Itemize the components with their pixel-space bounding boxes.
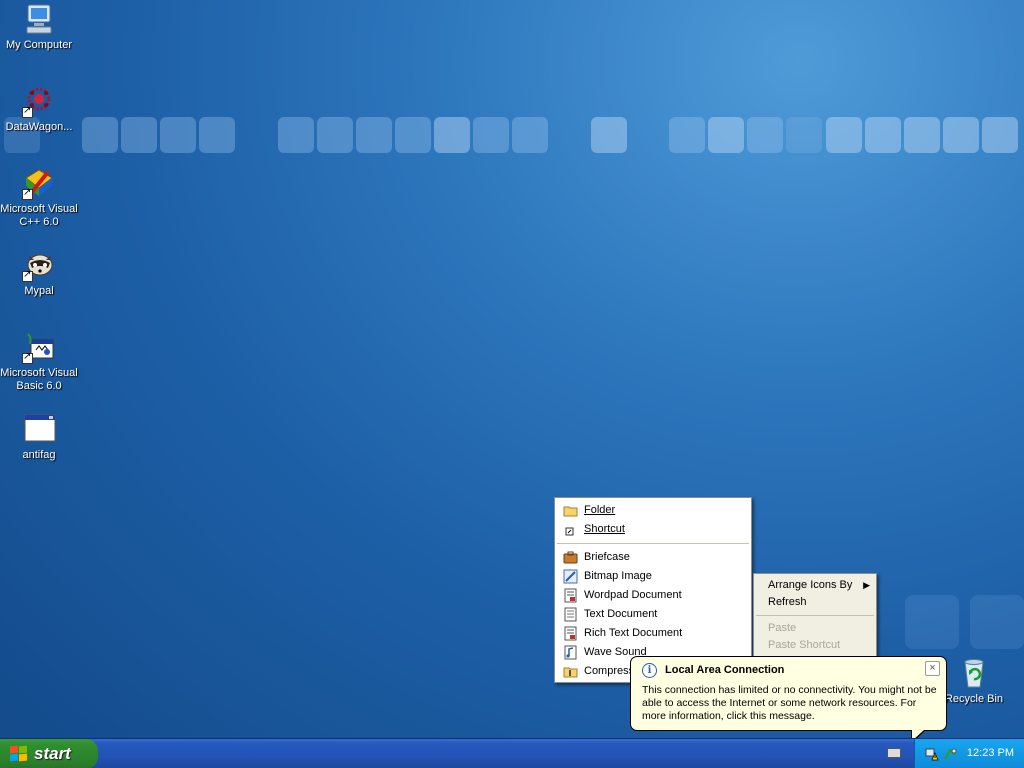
balloon-title: Local Area Connection: [665, 664, 785, 676]
menu-item-label: Compress: [584, 665, 635, 677]
menu-item-label: Briefcase: [584, 551, 630, 563]
safely-remove-hardware-icon[interactable]: [943, 747, 957, 761]
desktop-icon-label: My Computer: [5, 39, 73, 51]
menu-item-label: Paste: [768, 622, 797, 634]
compressed-folder-icon: [563, 664, 578, 679]
desktop-context-menu: Arrange Icons By ▶ Refresh Paste Paste S…: [753, 573, 877, 657]
menu-item-paste-shortcut: Paste Shortcut: [754, 637, 876, 654]
desktop-icon-antifag[interactable]: antifag: [0, 412, 79, 462]
desktop-icon-mypal[interactable]: Mypal: [0, 248, 79, 298]
start-label: start: [34, 744, 71, 763]
datawagon-icon: [22, 84, 56, 118]
menu-item-bitmap-image[interactable]: Bitmap Image: [555, 567, 751, 586]
start-button[interactable]: start: [0, 739, 98, 768]
desktop-icon-my-computer[interactable]: My Computer: [0, 2, 79, 52]
menu-item-label: Folder: [584, 504, 616, 516]
wave-sound-icon: [563, 645, 578, 660]
mypal-raccoon-icon: [22, 248, 56, 282]
briefcase-icon: [563, 550, 578, 565]
menu-item-label: Shortcut: [584, 523, 625, 535]
shortcut-arrow-icon: [22, 351, 33, 364]
shortcut-arrow-icon: [22, 105, 33, 118]
desktop-icon-label: DataWagon...: [5, 121, 73, 133]
info-icon: i: [642, 663, 657, 678]
windows-flag-icon: [10, 745, 28, 762]
desktop-icon-label: Microsoft Visual C++ 6.0: [0, 203, 78, 228]
text-document-icon: [563, 607, 578, 622]
menu-item-label: Refresh: [768, 596, 807, 608]
menu-item-briefcase[interactable]: Briefcase: [555, 548, 751, 567]
visual-cpp-icon: [22, 166, 56, 200]
clock[interactable]: 12:23 PM: [967, 747, 1014, 759]
system-tray: 12:23 PM: [914, 739, 1024, 768]
keyboard-icon[interactable]: [887, 748, 901, 758]
menu-item-rich-text-document[interactable]: Rich Text Document: [555, 624, 751, 643]
menu-separator: [756, 615, 874, 616]
menu-item-folder[interactable]: Folder: [555, 501, 751, 520]
bitmap-icon: [563, 569, 578, 584]
wordpad-icon: [563, 588, 578, 603]
menu-item-label: Wordpad Document: [584, 589, 682, 601]
desktop-icon-visual-cpp[interactable]: Microsoft Visual C++ 6.0: [0, 166, 79, 229]
menu-item-refresh[interactable]: Refresh: [754, 594, 876, 611]
shortcut-icon: [563, 522, 578, 537]
visual-basic-icon: [22, 330, 56, 364]
taskbar: start 12:23 PM: [0, 738, 1024, 768]
menu-item-label: Paste Shortcut: [768, 639, 841, 651]
rich-text-icon: [563, 626, 578, 641]
recycle-bin-icon: [957, 656, 991, 690]
wallpaper-tile: [905, 595, 959, 649]
network-balloon-tip[interactable]: i Local Area Connection × This connectio…: [630, 656, 947, 744]
menu-item-shortcut[interactable]: Shortcut: [555, 520, 751, 539]
menu-item-label: Rich Text Document: [584, 627, 683, 639]
desktop-icon-label: Microsoft Visual Basic 6.0: [0, 367, 78, 392]
shortcut-arrow-icon: [22, 187, 33, 200]
desktop-icon-visual-basic[interactable]: Microsoft Visual Basic 6.0: [0, 330, 79, 393]
wallpaper-tile: [970, 595, 1024, 649]
computer-icon: [22, 2, 56, 36]
menu-item-paste: Paste: [754, 620, 876, 637]
menu-item-arrange-icons-by[interactable]: Arrange Icons By ▶: [754, 577, 876, 594]
desktop-icon-label: antifag: [22, 449, 56, 461]
balloon-close-button[interactable]: ×: [925, 661, 940, 676]
desktop-wallpaper-tiles: [0, 117, 1024, 155]
folder-icon: [563, 503, 578, 518]
balloon-message[interactable]: This connection has limited or no connec…: [642, 684, 938, 723]
network-warning-icon[interactable]: [925, 747, 939, 761]
submenu-arrow-icon: ▶: [863, 580, 870, 590]
desktop-icon-datawagon[interactable]: DataWagon...: [0, 84, 79, 134]
menu-item-label: Text Document: [584, 608, 658, 620]
menu-item-text-document[interactable]: Text Document: [555, 605, 751, 624]
desktop-icon-label: Mypal: [24, 285, 54, 297]
menu-item-label: Bitmap Image: [584, 570, 652, 582]
window-icon: [22, 412, 56, 446]
shortcut-arrow-icon: [22, 269, 33, 282]
menu-item-label: Arrange Icons By: [768, 579, 853, 591]
menu-item-wordpad-document[interactable]: Wordpad Document: [555, 586, 751, 605]
menu-separator: [557, 543, 749, 544]
